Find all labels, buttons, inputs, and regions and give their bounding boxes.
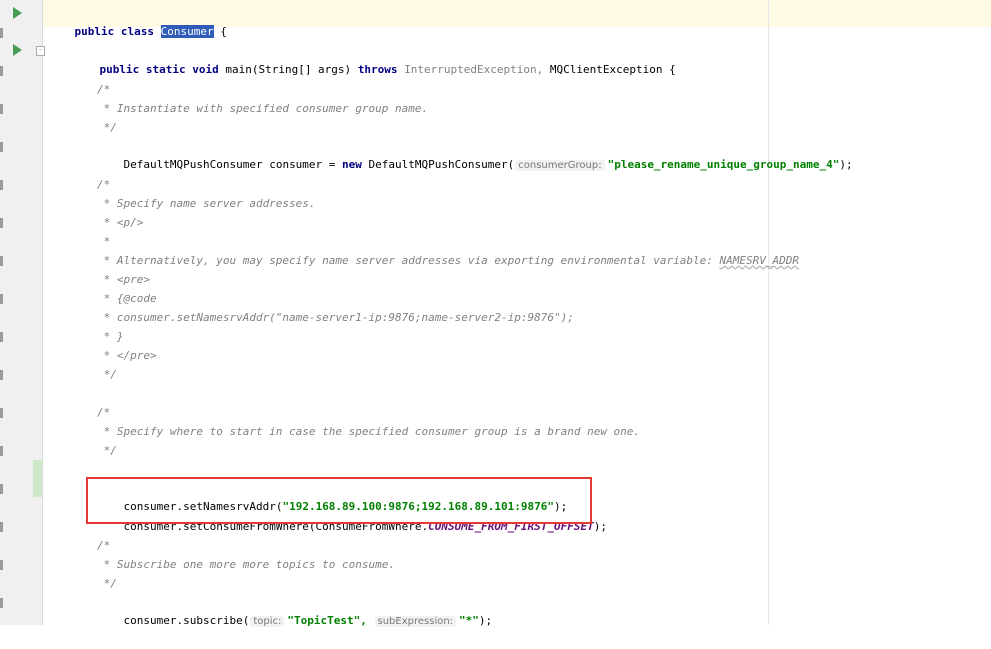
selected-class-name: Consumer (160, 25, 214, 38)
comment-line: /* (97, 83, 111, 96)
fold-icon[interactable]: - (36, 46, 45, 56)
line-number (0, 294, 3, 304)
comment-line: * {@code (97, 292, 157, 305)
run-class-icon[interactable] (13, 7, 22, 19)
line-number (0, 446, 3, 456)
change-marker (33, 460, 42, 497)
comment-line: */ (97, 444, 117, 457)
string-literal: "please_rename_unique_group_name_4" (607, 158, 840, 171)
keyword: throws (357, 63, 398, 76)
line-number (0, 408, 3, 418)
comment-line: /* (97, 406, 111, 419)
comment-line: /* (97, 178, 111, 191)
subscribe-line[interactable]: consumer.subscribe(topic: "TopicTest", su… (97, 594, 492, 627)
keyword: public (74, 25, 115, 38)
comment-line: */ (97, 577, 117, 590)
string-literal: "TopicTest", (287, 614, 367, 627)
line-number (0, 484, 3, 494)
main-method-line[interactable]: public static void main(String[] args) t… (73, 43, 676, 76)
code-text: DefaultMQPushConsumer consumer = (123, 158, 336, 171)
line-number (0, 332, 3, 342)
comment-line: * Specify name server addresses. (97, 197, 316, 210)
line-number (0, 256, 3, 266)
line-number (0, 66, 3, 76)
env-var-name: NAMESRV_ADDR (719, 254, 800, 267)
keyword: class (120, 25, 154, 38)
line-number (0, 370, 3, 380)
comment-line: */ (97, 121, 117, 134)
method-signature: main(String[] args) (225, 63, 352, 76)
line-number (0, 522, 3, 532)
line-number (0, 28, 3, 38)
comment-line: * } (97, 330, 124, 343)
code-text: DefaultMQPushConsumer( (368, 158, 515, 171)
code-text: ); (478, 614, 493, 627)
brace: { (220, 25, 227, 38)
code-text: ); (593, 520, 607, 533)
parameter-hint: subExpression: (374, 616, 457, 627)
comment-line: /* (97, 539, 111, 552)
keyword: public static void (99, 63, 219, 76)
consumer-declaration-line[interactable]: DefaultMQPushConsumer consumer = new Def… (97, 138, 853, 171)
right-margin-guide (768, 0, 769, 625)
line-number (0, 142, 3, 152)
string-literal: "*" (459, 614, 479, 627)
comment-line: * Instantiate with specified consumer gr… (97, 102, 429, 115)
fold-column (33, 0, 43, 625)
code-text: consumer.subscribe( (123, 614, 250, 627)
line-number (0, 598, 3, 608)
run-main-icon[interactable] (13, 44, 22, 56)
red-highlight-box (86, 477, 592, 524)
line-number-gutter (0, 0, 33, 625)
class-declaration-line[interactable]: public class Consumer { (48, 5, 227, 38)
keyword: new (342, 158, 362, 171)
comment-line: * Specify where to start in case the spe… (97, 425, 641, 438)
line-number (0, 104, 3, 114)
line-number (0, 180, 3, 190)
comment-line: * Subscribe one more more topics to cons… (97, 558, 396, 571)
code-text: ); (839, 158, 853, 171)
comment-line: * <p/> (97, 216, 144, 229)
line-number (0, 560, 3, 570)
exception-type: InterruptedException, (404, 63, 544, 76)
comment-line: * consumer.setNamesrvAddr("name-server1-… (97, 311, 574, 324)
parameter-hint: consumerGroup: (515, 160, 605, 171)
parameter-hint: topic: (250, 616, 285, 627)
comment-line: */ (97, 368, 117, 381)
line-number (0, 218, 3, 228)
comment-line: * (97, 235, 111, 248)
comment-line: * <pre> (97, 273, 150, 286)
comment-line: * </pre> (97, 349, 157, 362)
comment-text: * Alternatively, you may specify name se… (97, 254, 720, 267)
exception-type: MQClientException { (549, 63, 676, 76)
comment-line: * Alternatively, you may specify name se… (97, 252, 799, 270)
